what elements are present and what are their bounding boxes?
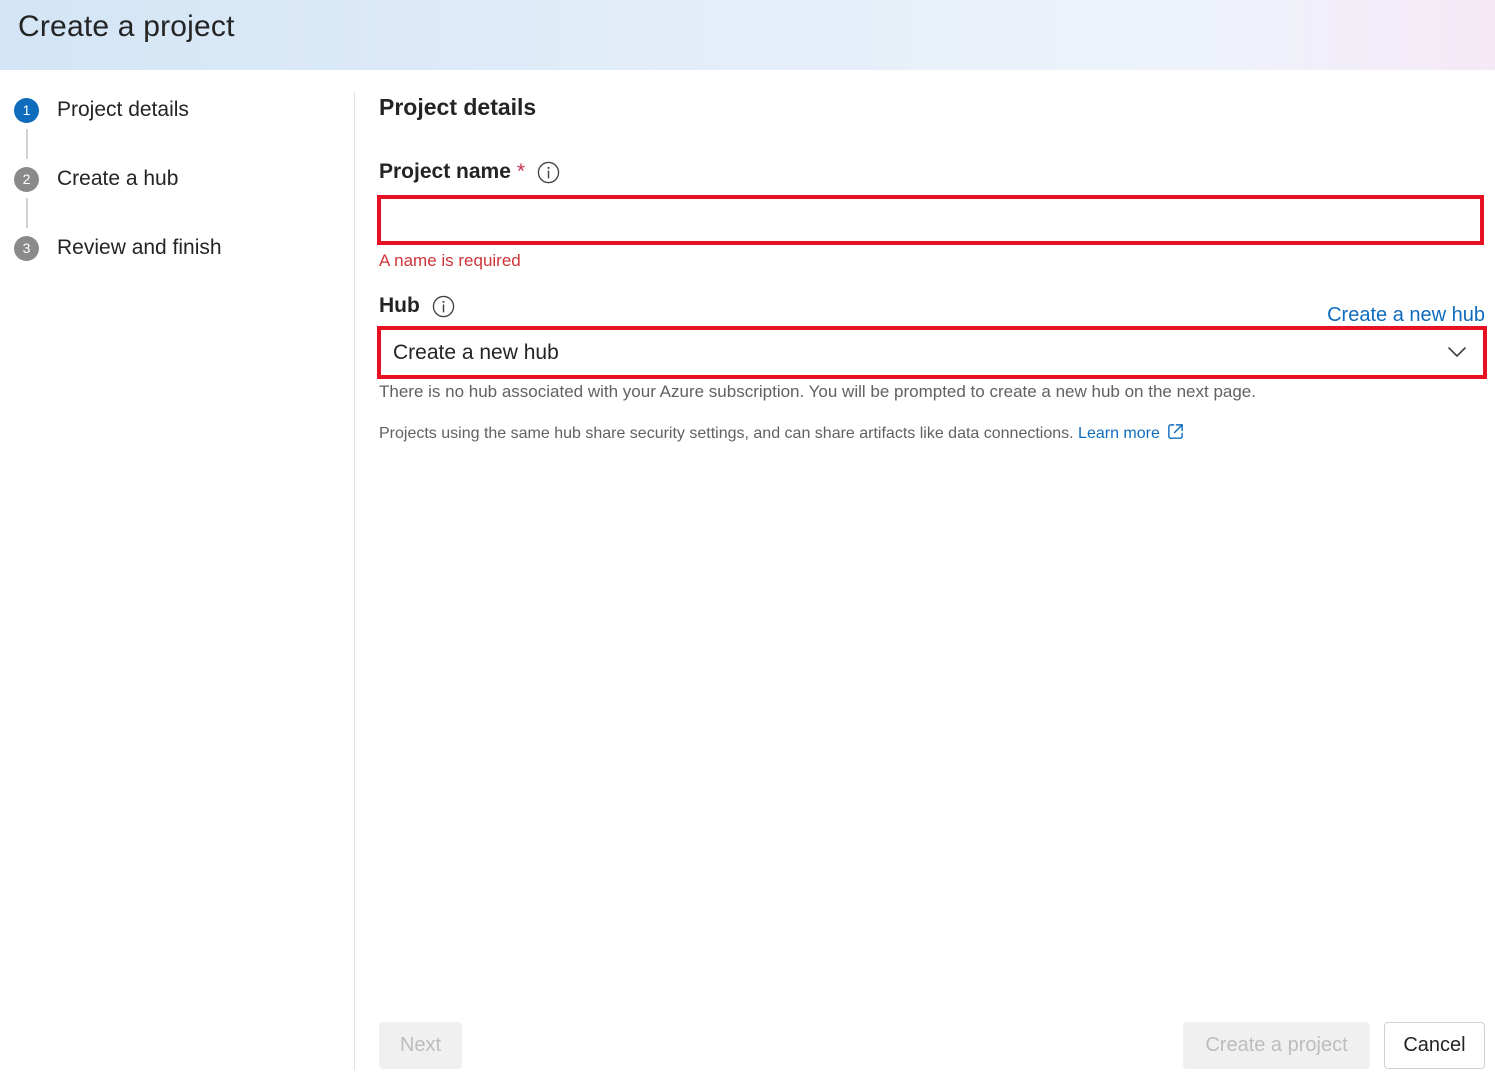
panel-divider	[354, 92, 355, 1070]
project-name-label-text: Project name	[379, 160, 511, 183]
step-project-details[interactable]: 1 Project details	[14, 96, 189, 124]
info-icon[interactable]	[537, 161, 560, 184]
required-marker: *	[516, 160, 526, 183]
learn-more-label: Learn more	[1078, 425, 1160, 442]
hub-dropdown[interactable]: Create a new hub	[377, 326, 1487, 379]
project-name-error: A name is required	[379, 251, 521, 270]
step-connector	[26, 198, 28, 228]
info-icon[interactable]	[432, 295, 455, 318]
step-create-hub[interactable]: 2 Create a hub	[14, 165, 178, 193]
project-details-form: Project details Project name * A name is…	[377, 0, 1489, 1078]
hub-dropdown-value: Create a new hub	[393, 340, 559, 364]
hub-label-text: Hub	[379, 294, 420, 317]
step-label: Create a hub	[57, 167, 179, 190]
create-project-button[interactable]: Create a project	[1183, 1022, 1370, 1069]
page-title: Create a project	[18, 10, 235, 43]
section-title: Project details	[379, 94, 537, 120]
step-number-badge: 1	[14, 97, 39, 123]
next-button[interactable]: Next	[379, 1022, 462, 1069]
step-label: Review and finish	[57, 236, 222, 259]
project-name-input[interactable]	[381, 199, 1480, 241]
chevron-down-icon	[1448, 347, 1466, 357]
project-name-field-container	[377, 195, 1484, 245]
external-link-icon	[1168, 424, 1183, 439]
hub-info-sentence: Projects using the same hub share securi…	[379, 425, 1074, 442]
hub-help-text: There is no hub associated with your Azu…	[379, 382, 1256, 401]
cancel-button[interactable]: Cancel	[1384, 1022, 1485, 1069]
step-label: Project details	[57, 98, 189, 121]
learn-more-link[interactable]: Learn more	[1078, 424, 1185, 442]
step-number-badge: 3	[14, 235, 39, 261]
hub-info-text: Projects using the same hub share securi…	[379, 422, 1185, 443]
project-name-label: Project name *	[379, 160, 560, 184]
step-review-finish[interactable]: 3 Review and finish	[14, 234, 222, 262]
create-new-hub-link[interactable]: Create a new hub	[1327, 304, 1485, 327]
step-number-badge: 2	[14, 166, 39, 192]
hub-label: Hub	[379, 294, 455, 318]
step-connector	[26, 129, 28, 159]
